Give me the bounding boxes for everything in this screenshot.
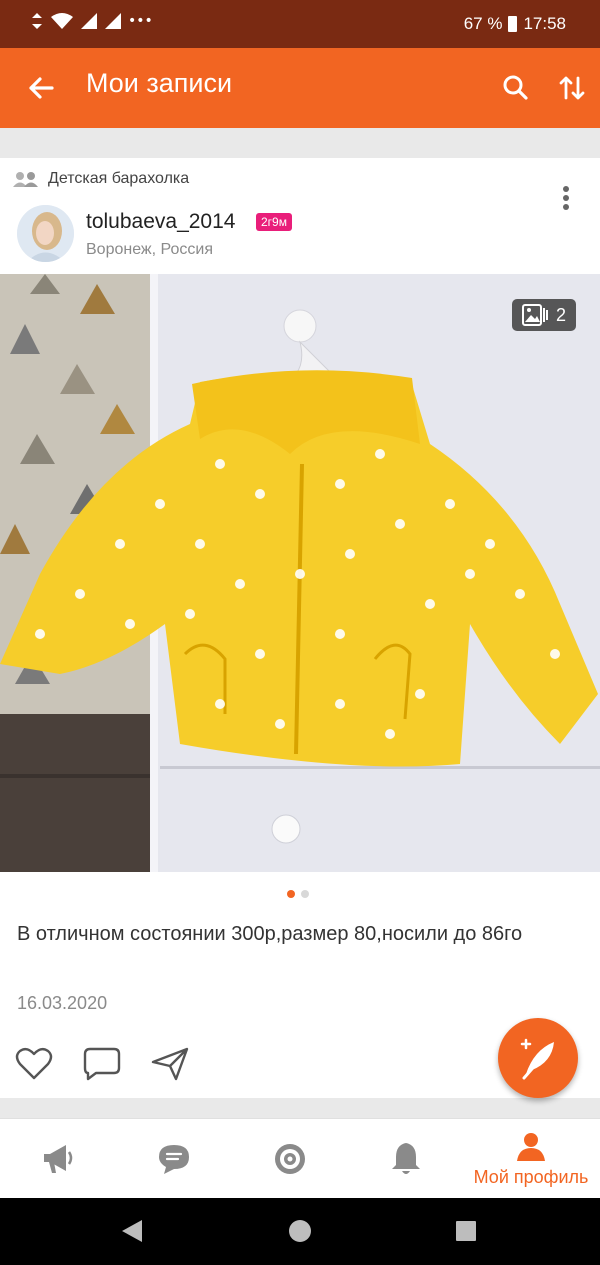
clock: 17:58 — [523, 14, 566, 33]
feather-pen-icon — [520, 1038, 554, 1080]
post-card: Детская барахолка tolubaeva_2014 2г9м Во… — [0, 158, 600, 1098]
bottom-navigation: Мой профиль — [0, 1118, 600, 1198]
sort-icon[interactable] — [552, 68, 592, 108]
gallery-icon — [521, 304, 548, 326]
home-circle-icon[interactable] — [287, 1218, 313, 1244]
new-post-fab[interactable] — [498, 1018, 578, 1098]
chat-icon — [159, 1145, 189, 1174]
signal-icon — [105, 13, 121, 29]
battery-percent: 67 % — [463, 14, 503, 33]
bell-icon — [392, 1143, 420, 1174]
group-link[interactable]: Детская барахолка — [12, 170, 189, 188]
post-photo[interactable]: 2 — [0, 274, 600, 872]
nav-item-discussions[interactable] — [262, 1119, 318, 1199]
nav-label-profile: Мой профиль — [473, 1166, 589, 1187]
search-icon[interactable] — [496, 68, 536, 108]
battery-icon — [508, 16, 518, 32]
photo-count: 2 — [555, 304, 566, 325]
comment-icon[interactable] — [82, 1046, 122, 1082]
like-heart-icon[interactable] — [14, 1046, 54, 1082]
back-triangle-icon[interactable] — [120, 1218, 144, 1244]
group-name: Детская барахолка — [48, 170, 190, 187]
username[interactable]: tolubaeva_2014 — [86, 210, 235, 234]
nav-item-feed[interactable] — [30, 1119, 86, 1199]
avatar[interactable] — [17, 205, 74, 262]
post-date: 16.03.2020 — [17, 993, 108, 1013]
profile-icon — [517, 1132, 545, 1161]
page-title: Мои записи — [86, 68, 233, 98]
arrow-left-icon[interactable] — [22, 68, 62, 108]
nav-item-messages[interactable] — [146, 1119, 202, 1199]
nav-item-notifications[interactable] — [378, 1119, 434, 1199]
target-icon — [275, 1144, 305, 1174]
share-send-icon[interactable] — [150, 1046, 190, 1082]
more-dots-icon: ••• — [128, 13, 153, 29]
post-description: В отличном состоянии 300р,размер 80,носи… — [17, 923, 523, 945]
more-vertical-icon[interactable] — [552, 184, 580, 214]
status-icons-right: 67 % 17:58 — [464, 14, 566, 34]
photo-count-badge[interactable]: 2 — [511, 299, 576, 331]
jacket-photo-image — [0, 274, 600, 872]
sync-icon — [32, 13, 42, 29]
recents-square-icon[interactable] — [454, 1219, 478, 1243]
signal-icon — [81, 13, 97, 29]
carousel-indicator — [287, 890, 309, 898]
status-icons-left: ••• — [30, 12, 153, 30]
app-bar: Мои записи — [0, 48, 600, 128]
megaphone-icon — [44, 1145, 73, 1173]
age-badge: 2г9м — [256, 213, 292, 231]
post-actions — [14, 1046, 190, 1082]
nav-item-profile[interactable]: Мой профиль — [462, 1119, 600, 1199]
status-bar: ••• 67 % 17:58 — [0, 0, 600, 48]
system-navigation-bar — [0, 1198, 600, 1265]
wifi-icon — [51, 13, 73, 29]
carousel-dot-active — [287, 890, 295, 898]
group-icon — [13, 172, 38, 187]
location: Воронеж, Россия — [86, 241, 213, 258]
carousel-dot — [301, 890, 309, 898]
